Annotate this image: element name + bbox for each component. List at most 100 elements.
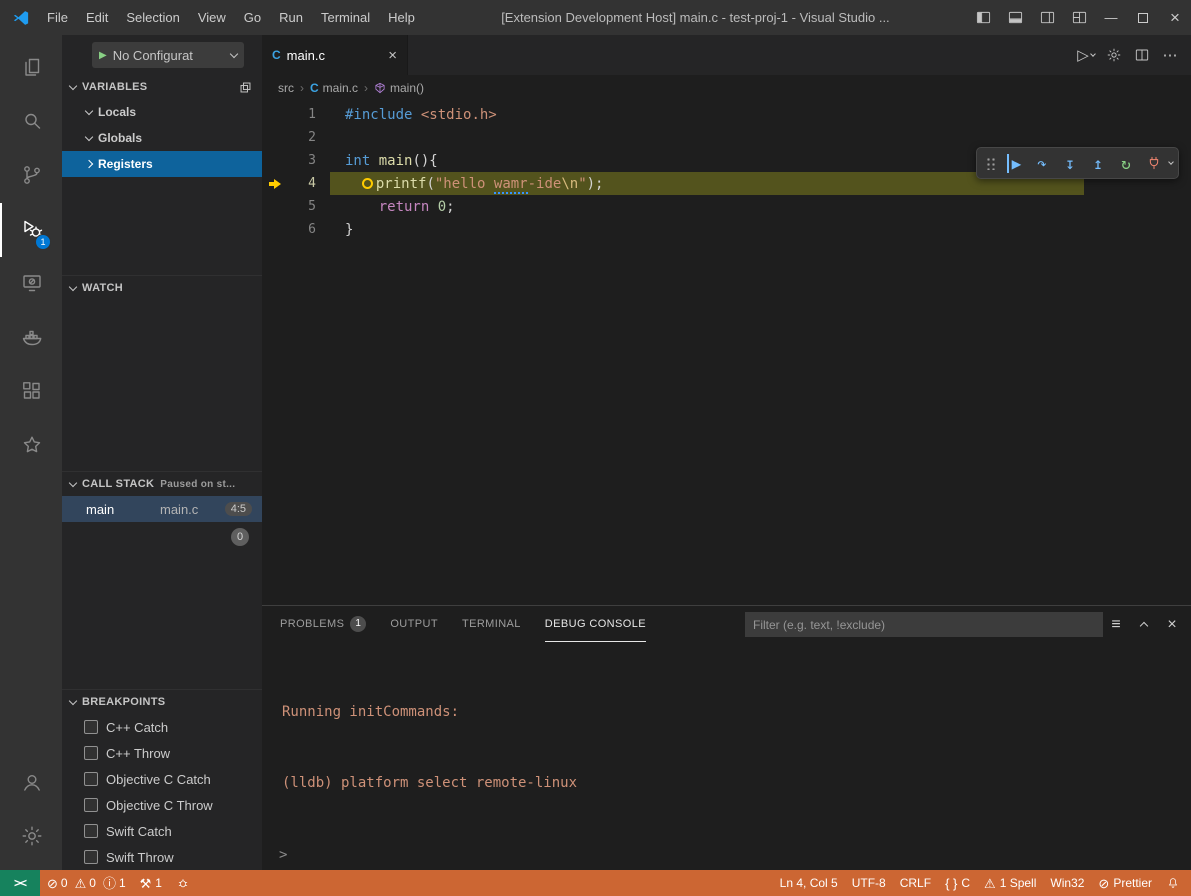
manage-button[interactable] — [0, 810, 62, 864]
launch-configuration-dropdown[interactable]: ▶ No Configurat — [92, 42, 244, 68]
step-out-button[interactable]: ↥ — [1085, 150, 1111, 176]
close-window-button[interactable]: × — [1159, 0, 1191, 35]
step-over-icon: ↷ — [1037, 154, 1047, 173]
code-line[interactable]: 2 — [262, 126, 1191, 149]
activity-item-favorites[interactable] — [0, 419, 62, 473]
variables-scope-globals[interactable]: Globals — [62, 125, 262, 151]
notifications-bell[interactable] — [1159, 870, 1187, 896]
menu-file[interactable]: File — [38, 10, 77, 25]
accounts-button[interactable] — [0, 756, 62, 810]
step-over-button[interactable]: ↷ — [1029, 150, 1055, 176]
activity-item-docker[interactable] — [0, 311, 62, 365]
tools-status[interactable]: ⚒ 1 — [133, 870, 169, 896]
console-line: Running initCommands: — [282, 701, 1191, 725]
tab-debug-console[interactable]: DEBUG CONSOLE — [545, 606, 646, 642]
code-line[interactable]: 1 #include <stdio.h> — [262, 103, 1191, 126]
language-mode[interactable]: { } C — [938, 870, 977, 896]
breakpoint-checkbox[interactable] — [84, 798, 98, 812]
breakpoint-item[interactable]: Objective C Throw — [62, 792, 262, 818]
menu-help[interactable]: Help — [379, 10, 424, 25]
watch-section-header[interactable]: WATCH — [62, 276, 262, 300]
tab-terminal[interactable]: TERMINAL — [462, 606, 521, 642]
breadcrumb-file[interactable]: C main.c — [310, 81, 358, 95]
call-stack-section: CALL STACK Paused on st... main main.c 4… — [62, 471, 262, 689]
code-editor[interactable]: ▶ ↷ ↧ ↥ ↻ 1 #include <stdio.h> — [262, 100, 1191, 605]
console-filter-input[interactable] — [745, 612, 1103, 637]
variables-scope-registers[interactable]: Registers — [62, 151, 262, 177]
menu-terminal[interactable]: Terminal — [312, 10, 379, 25]
variables-section-header[interactable]: VARIABLES — [62, 75, 262, 99]
menu-view[interactable]: View — [189, 10, 235, 25]
breakpoint-item[interactable]: Swift Throw — [62, 844, 262, 870]
breakpoint-item[interactable]: Swift Catch — [62, 818, 262, 844]
breakpoint-gutter[interactable] — [262, 179, 288, 189]
code-line[interactable]: 5 return 0; — [262, 195, 1191, 218]
vscode-window: File Edit Selection View Go Run Terminal… — [0, 0, 1191, 896]
remote-indicator[interactable]: >< — [0, 870, 40, 896]
continue-button[interactable]: ▶ — [1001, 150, 1027, 176]
spell-checker-status[interactable]: ⚠ 1 Spell — [977, 870, 1043, 896]
toggle-secondary-sidebar-icon[interactable] — [1031, 0, 1063, 35]
maximize-button[interactable] — [1127, 0, 1159, 35]
maximize-panel-button[interactable] — [1135, 616, 1153, 634]
activity-item-source-control[interactable] — [0, 149, 62, 203]
cursor-position[interactable]: Ln 4, Col 5 — [773, 870, 845, 896]
menu-edit[interactable]: Edit — [77, 10, 117, 25]
console-options-icon[interactable]: ≡ — [1107, 616, 1125, 634]
activity-item-remote-explorer[interactable] — [0, 257, 62, 311]
chevron-down-icon — [69, 282, 77, 290]
breadcrumb-folder[interactable]: src — [278, 81, 294, 95]
activity-item-run-and-debug[interactable]: 1 — [0, 203, 62, 257]
variables-scope-locals[interactable]: Locals — [62, 99, 262, 125]
breakpoint-checkbox[interactable] — [84, 850, 98, 864]
run-file-button[interactable]: ▷ — [1073, 35, 1099, 75]
call-stack-section-header[interactable]: CALL STACK Paused on st... — [62, 472, 262, 496]
close-panel-button[interactable]: × — [1163, 616, 1181, 634]
tab-output[interactable]: OUTPUT — [390, 606, 438, 642]
breakpoint-checkbox[interactable] — [84, 720, 98, 734]
close-tab-icon[interactable]: × — [388, 47, 397, 64]
watch-section: WATCH — [62, 275, 262, 471]
console-input[interactable]: > — [262, 840, 1191, 870]
menu-selection[interactable]: Selection — [117, 10, 188, 25]
breakpoints-section-header[interactable]: BREAKPOINTS — [62, 690, 262, 714]
drag-handle-icon[interactable] — [986, 157, 995, 170]
toggle-panel-icon[interactable] — [999, 0, 1031, 35]
breakpoint-checkbox[interactable] — [84, 772, 98, 786]
toggle-sidebar-icon[interactable] — [967, 0, 999, 35]
encoding-indicator[interactable]: UTF-8 — [845, 870, 893, 896]
tab-main-c[interactable]: C main.c × — [262, 35, 408, 75]
activity-item-search[interactable] — [0, 95, 62, 149]
stack-frame-file: main.c — [160, 502, 198, 517]
menu-run[interactable]: Run — [270, 10, 312, 25]
settings-button[interactable] — [1101, 35, 1127, 75]
breakpoint-checkbox[interactable] — [84, 746, 98, 760]
tab-problems[interactable]: PROBLEMS 1 — [280, 606, 366, 642]
menu-go[interactable]: Go — [235, 10, 270, 25]
disconnect-button[interactable] — [1141, 150, 1167, 176]
restart-button[interactable]: ↻ — [1113, 150, 1139, 176]
breakpoint-item[interactable]: C++ Catch — [62, 714, 262, 740]
split-editor-button[interactable] — [1129, 35, 1155, 75]
stack-frame-row[interactable]: main main.c 4:5 — [62, 496, 262, 522]
breakpoint-checkbox[interactable] — [84, 824, 98, 838]
more-actions-button[interactable]: ⋯ — [1157, 35, 1183, 75]
platform-indicator[interactable]: Win32 — [1043, 870, 1091, 896]
minimize-button[interactable]: — — [1095, 0, 1127, 35]
activity-item-explorer[interactable] — [0, 41, 62, 95]
breakpoint-item[interactable]: Objective C Catch — [62, 766, 262, 792]
activity-item-extensions[interactable] — [0, 365, 62, 419]
layout-control-icon[interactable] — [1063, 0, 1095, 35]
collapse-all-icon[interactable] — [239, 81, 252, 94]
formatter-status[interactable]: ⊘ Prettier — [1091, 870, 1159, 896]
debug-session-status[interactable] — [169, 870, 197, 896]
code-line[interactable]: 6 } — [262, 218, 1191, 241]
inline-breakpoint-icon[interactable] — [362, 178, 373, 189]
step-into-button[interactable]: ↧ — [1057, 150, 1083, 176]
symbol-cube-icon — [374, 82, 386, 94]
breadcrumb-symbol[interactable]: main() — [374, 81, 424, 95]
chevron-down-icon[interactable] — [1168, 159, 1174, 165]
problems-status[interactable]: ⊘0 ⚠0 ⓘ1 — [40, 870, 133, 896]
breakpoint-item[interactable]: C++ Throw — [62, 740, 262, 766]
eol-indicator[interactable]: CRLF — [893, 870, 938, 896]
